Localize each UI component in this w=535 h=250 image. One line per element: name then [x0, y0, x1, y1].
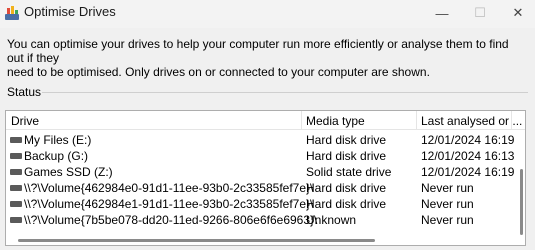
last-analysed: 12/01/2024 16:13 — [421, 149, 515, 163]
description-line-2: need to be optimised. Only drives on or … — [7, 65, 430, 79]
drive-name: \\?\Volume{462984e1-91d1-11ee-93b0-2c335… — [24, 197, 314, 211]
horizontal-scroll-thumb[interactable] — [18, 239, 375, 242]
drive-name: Games SSD (Z:) — [24, 165, 113, 179]
minimize-icon: — — [435, 5, 449, 21]
drive-name: My Files (E:) — [24, 133, 92, 147]
list-header: Drive Media type Last analysed or ... — [6, 111, 525, 130]
table-row[interactable]: Backup (G:) Hard disk drive 12/01/2024 1… — [6, 148, 516, 164]
column-header-drive[interactable]: Drive — [11, 114, 39, 128]
maximize-button[interactable]: ☐ — [465, 0, 495, 26]
drive-icon — [10, 169, 22, 175]
window-title: Optimise Drives — [24, 4, 116, 19]
last-analysed: Never run — [421, 181, 474, 195]
drive-icon — [10, 153, 22, 159]
description-text: You can optimise your drives to help you… — [7, 37, 527, 79]
column-header-media-type[interactable]: Media type — [306, 114, 365, 128]
close-button[interactable]: ✕ — [503, 0, 533, 26]
column-header-last-analysed[interactable]: Last analysed or ... — [421, 114, 522, 128]
table-row[interactable]: \\?\Volume{7b5be078-dd20-11ed-9266-806e6… — [6, 212, 516, 228]
media-type: Solid state drive — [306, 165, 392, 179]
last-analysed: 12/01/2024 16:19 — [421, 165, 515, 179]
title-bar: Optimise Drives — ☐ ✕ — [0, 0, 535, 28]
horizontal-scrollbar[interactable] — [6, 235, 525, 245]
drive-name: Backup (G:) — [24, 149, 89, 163]
column-divider[interactable] — [301, 111, 302, 130]
media-type: Hard disk drive — [306, 197, 387, 211]
table-row[interactable]: Games SSD (Z:) Solid state drive 12/01/2… — [6, 164, 516, 180]
media-type: Hard disk drive — [306, 133, 387, 147]
drive-icon — [10, 217, 22, 223]
media-type: Unknown — [306, 213, 357, 227]
last-analysed: Never run — [421, 197, 474, 211]
drive-icon — [10, 201, 22, 207]
table-row[interactable]: My Files (E:) Hard disk drive 12/01/2024… — [6, 132, 516, 148]
status-group-label: Status — [7, 85, 42, 99]
media-type: Hard disk drive — [306, 181, 387, 195]
table-row[interactable]: \\?\Volume{462984e1-91d1-11ee-93b0-2c335… — [6, 196, 516, 212]
column-divider[interactable] — [416, 111, 417, 130]
minimize-button[interactable]: — — [427, 0, 457, 26]
last-analysed: 12/01/2024 16:19 — [421, 133, 515, 147]
drive-name: \\?\Volume{462984e0-91d1-11ee-93b0-2c335… — [24, 181, 314, 195]
optimise-drives-icon — [5, 6, 19, 20]
vertical-scrollbar[interactable] — [517, 131, 525, 235]
drive-icon — [10, 185, 22, 191]
maximize-icon: ☐ — [474, 5, 486, 20]
table-row[interactable]: \\?\Volume{462984e0-91d1-11ee-93b0-2c335… — [6, 180, 516, 196]
drive-icon — [10, 137, 22, 143]
close-icon: ✕ — [512, 5, 524, 20]
media-type: Hard disk drive — [306, 149, 387, 163]
description-line-1: You can optimise your drives to help you… — [7, 37, 509, 65]
drive-name: \\?\Volume{7b5be078-dd20-11ed-9266-806e6… — [24, 213, 318, 227]
drives-list[interactable]: Drive Media type Last analysed or ... My… — [5, 110, 526, 246]
last-analysed: Never run — [421, 213, 474, 227]
column-divider[interactable] — [511, 111, 512, 130]
status-divider — [42, 92, 528, 93]
vertical-scroll-thumb[interactable] — [520, 169, 523, 235]
